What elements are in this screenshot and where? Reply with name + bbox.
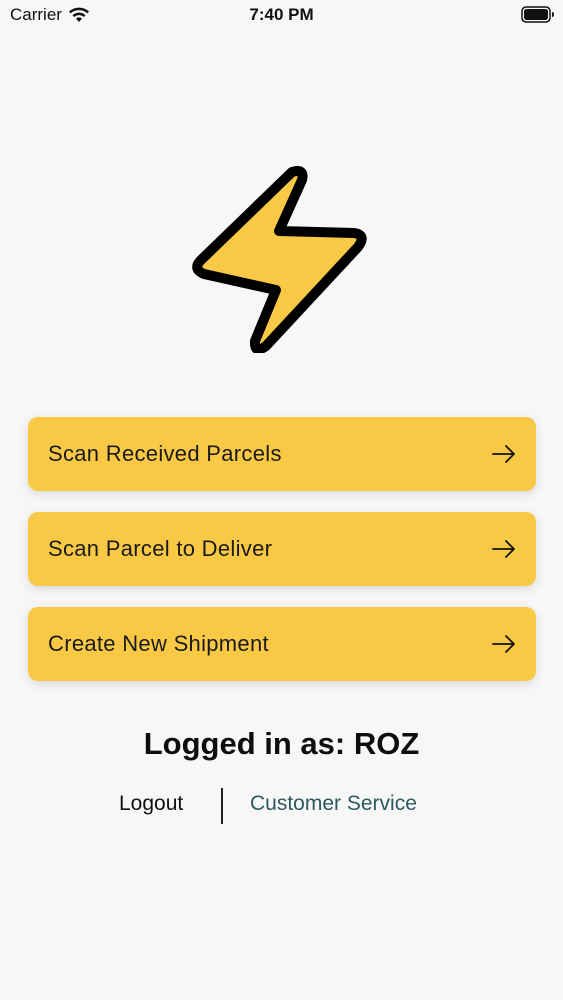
customer-service-link[interactable]: Customer Service <box>250 792 417 816</box>
status-time: 7:40 PM <box>249 5 314 24</box>
action-label: Scan Received Parcels <box>48 441 282 466</box>
battery-icon <box>521 6 555 23</box>
scan-parcel-to-deliver-button[interactable]: Scan Parcel to Deliver <box>28 512 536 586</box>
lightning-bolt-icon <box>190 163 368 355</box>
logout-link[interactable]: Logout <box>119 792 183 816</box>
create-new-shipment-button[interactable]: Create New Shipment <box>28 607 536 681</box>
action-label: Scan Parcel to Deliver <box>48 536 273 561</box>
arrow-right-icon <box>492 445 516 463</box>
footer-links: Logout Customer Service <box>0 786 563 826</box>
link-divider <box>221 788 223 824</box>
logged-in-label: Logged in as: ROZ <box>143 726 420 761</box>
scan-received-parcels-button[interactable]: Scan Received Parcels <box>28 417 536 491</box>
action-list: Scan Received Parcels Scan Parcel to Del… <box>28 417 536 702</box>
status-bar: Carrier 7:40 PM <box>0 0 563 30</box>
arrow-right-icon <box>492 635 516 653</box>
arrow-right-icon <box>492 540 516 558</box>
action-label: Create New Shipment <box>48 631 269 656</box>
